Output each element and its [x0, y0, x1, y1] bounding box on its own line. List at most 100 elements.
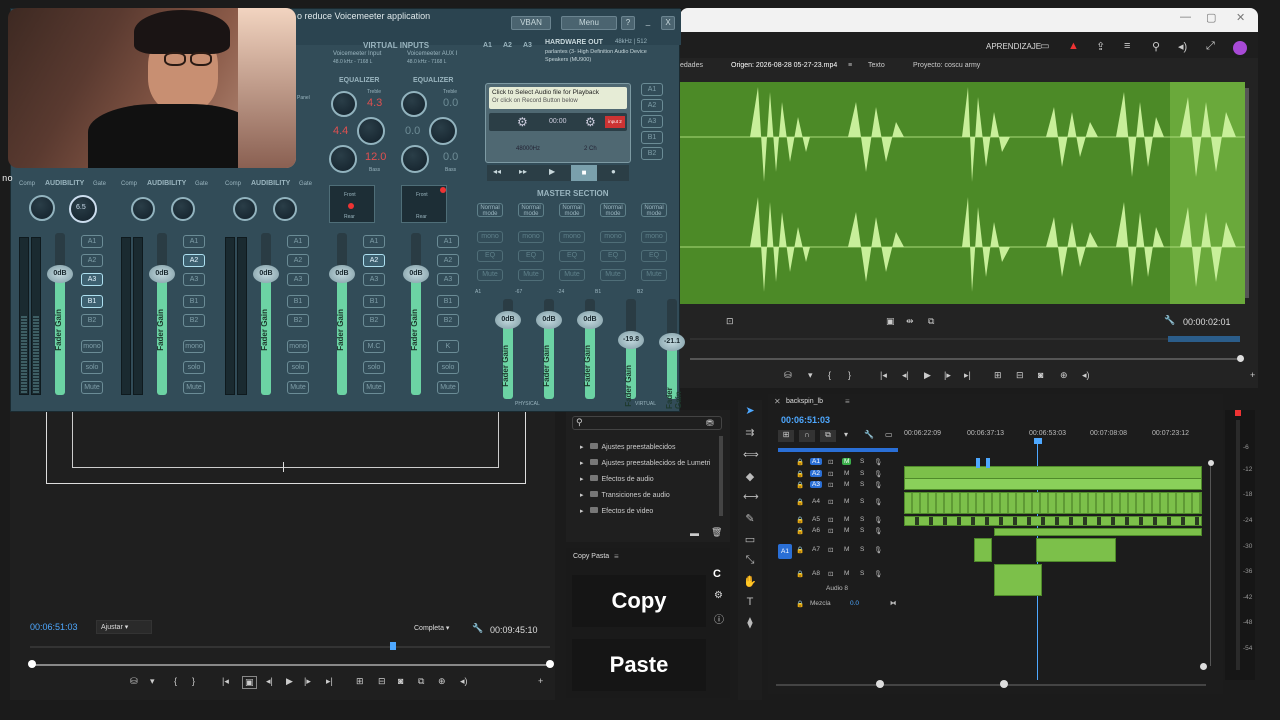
vi2-panner[interactable]: Front Rear — [401, 185, 447, 223]
overwrite-button-icon[interactable]: ⊟ — [1016, 370, 1024, 381]
clip-a4[interactable] — [904, 492, 1202, 514]
strip3-b1-button[interactable]: B1 — [287, 295, 309, 308]
mic-icon[interactable]: 🎙 — [874, 498, 882, 506]
effects-filter-icon[interactable]: ⛃ — [706, 418, 714, 429]
vi2-a1-button[interactable]: A1 — [437, 235, 459, 248]
strip1-solo-button[interactable]: solo — [81, 361, 103, 374]
new-bin-icon[interactable]: ▬ — [690, 528, 699, 538]
stretch-tool-icon[interactable]: ⤡ — [743, 554, 757, 567]
snap-icon[interactable]: ∩ — [799, 430, 815, 442]
close-button[interactable]: X — [661, 16, 675, 30]
effects-search-input[interactable] — [572, 416, 722, 430]
strip2-mono-button[interactable]: mono — [183, 340, 205, 353]
solo-button[interactable]: S — [860, 481, 864, 488]
program-zoom-start[interactable] — [28, 660, 36, 668]
bus4-mono-button[interactable]: mono — [600, 231, 626, 243]
strip1-a1-button[interactable]: A1 — [81, 235, 103, 248]
fit-dropdown[interactable]: Ajustar ▾ — [96, 620, 152, 634]
track-header-a7[interactable]: 🔒 A7 ⊡ M S 🎙 — [768, 546, 902, 558]
vi2-a2-button[interactable]: A2 — [437, 254, 459, 267]
prog-step-fwd-icon[interactable]: |▸ — [304, 676, 311, 687]
copypasta-c-label[interactable]: C — [713, 568, 721, 580]
bus4-fader-cap[interactable]: -19.8 — [618, 331, 644, 349]
strip3-b2-button[interactable]: B2 — [287, 314, 309, 327]
prog-lift-icon[interactable]: ⊞ — [356, 676, 364, 687]
lock-icon[interactable]: 🔒 — [796, 516, 804, 524]
strip2-gate-knob[interactable] — [171, 197, 195, 221]
copypasta-menu-icon[interactable]: ≡ — [614, 552, 619, 561]
linked-selection-icon[interactable]: ⧉ — [820, 430, 836, 442]
hw-a2-label[interactable]: A2 — [503, 42, 512, 49]
tab-source[interactable]: Origen: 2026-08-28 05-27-23.mp4 — [731, 62, 837, 69]
copypasta-settings-icon[interactable]: ⚙ — [714, 590, 723, 601]
vi1-a1-button[interactable]: A1 — [363, 235, 385, 248]
strip2-a1-button[interactable]: A1 — [183, 235, 205, 248]
mute-button[interactable]: M — [844, 570, 849, 577]
help-button[interactable]: ? — [621, 16, 635, 30]
track-select-tool-icon[interactable]: ⇉ — [743, 426, 757, 439]
fullscreen-icon[interactable]: ⤢ — [1206, 40, 1215, 53]
timeline-playhead-head[interactable] — [1034, 438, 1042, 444]
ripple-tool-icon[interactable]: ⟺ — [743, 448, 759, 461]
source-waveform[interactable] — [680, 82, 1245, 304]
hw-a3-label[interactable]: A3 — [523, 42, 532, 49]
stop-icon[interactable]: ■ — [571, 165, 597, 181]
strip2-a3-button[interactable]: A3 — [183, 273, 205, 286]
track-a4-label[interactable]: A4 — [812, 498, 820, 505]
source-timecode[interactable]: 00:00:02:01 — [1183, 317, 1231, 327]
player-display[interactable]: Click to Select Audio file for Playback … — [489, 87, 627, 109]
mute-button[interactable]: M — [844, 470, 849, 477]
eq2-bass-knob[interactable] — [401, 145, 429, 173]
strip2-mute-button[interactable]: Mute — [183, 381, 205, 394]
player-a3-button[interactable]: A3 — [641, 115, 663, 128]
strip3-a3-button[interactable]: A3 — [287, 273, 309, 286]
bus5-fader-cap[interactable]: -21.1 — [659, 333, 685, 351]
delete-icon[interactable]: 🗑 — [711, 527, 722, 538]
effects-folder-presets[interactable]: ▸ Ajustes preestablecidos — [580, 443, 675, 451]
solo-button[interactable]: S — [860, 527, 864, 534]
mark-in-icon[interactable]: ⊡ — [726, 316, 734, 327]
bus4-mode-button[interactable]: Normal mode — [600, 203, 626, 217]
strip1-mono-button[interactable]: mono — [81, 340, 103, 353]
prog-mark-out[interactable]: } — [192, 676, 195, 686]
strip1-b1-button[interactable]: B1 — [81, 295, 103, 308]
go-to-in-icon[interactable]: |◂ — [880, 370, 887, 381]
sequence-name[interactable]: backspin_lb — [786, 398, 823, 405]
copypasta-info-icon[interactable]: ⓘ — [714, 611, 724, 626]
bus3-fader-cap[interactable]: 0dB — [577, 311, 603, 329]
rewind-icon[interactable]: ◂◂ — [493, 167, 501, 176]
export-frame-icon[interactable]: ⛁ — [784, 370, 792, 381]
settings-wrench-icon[interactable]: 🔧 — [1164, 315, 1175, 326]
window-maximize-icon[interactable]: ▢ — [1206, 11, 1216, 24]
mute-button[interactable]: M — [844, 516, 849, 523]
sequence-menu-icon[interactable]: ≡ — [845, 397, 850, 406]
lock-icon[interactable]: 🔒 — [796, 570, 804, 578]
add-marker-icon[interactable]: ▾ — [844, 430, 848, 439]
mix-lock-icon[interactable]: 🔒 — [796, 600, 804, 608]
strip3-solo-button[interactable]: solo — [287, 361, 309, 374]
marker-icon[interactable]: ▾ — [808, 370, 813, 381]
mute-button[interactable]: M — [842, 458, 852, 465]
lock-icon[interactable]: 🔒 — [796, 498, 804, 506]
track-header-a6[interactable]: 🔒 A6 ⊡ M S 🎙 — [768, 527, 902, 539]
program-settings-icon[interactable]: 🔧 — [472, 623, 483, 634]
bus2-eq-button[interactable]: EQ — [518, 250, 544, 262]
slip-tool-icon[interactable]: ⟷ — [743, 490, 759, 503]
volume-icon[interactable]: ◂) — [1178, 40, 1187, 53]
hand-tool-icon[interactable]: ✋ — [743, 575, 757, 588]
vi1-a3-button[interactable]: A3 — [363, 273, 385, 286]
strip1-a2-button[interactable]: A2 — [81, 254, 103, 267]
effects-folder-lumetri[interactable]: ▸ Ajustes preestablecidos de Lumetri — [580, 459, 710, 467]
player-input-badge[interactable]: input 2 — [605, 116, 625, 128]
strip2-solo-button[interactable]: solo — [183, 361, 205, 374]
vi2-a3-button[interactable]: A3 — [437, 273, 459, 286]
window-minimize-icon[interactable]: — — [1180, 11, 1191, 23]
window-close-icon[interactable]: ✕ — [1236, 11, 1245, 24]
lock-icon[interactable]: 🔒 — [796, 546, 804, 554]
sync-lock-icon[interactable]: ⊡ — [828, 570, 833, 578]
sync-lock-icon[interactable]: ⊡ — [828, 546, 833, 554]
menu-icon[interactable]: ≡ — [1124, 40, 1130, 52]
solo-button[interactable]: S — [860, 516, 864, 523]
prog-volume-icon[interactable]: ◂) — [460, 676, 468, 687]
vi1-a2-button[interactable]: A2 — [363, 254, 385, 267]
